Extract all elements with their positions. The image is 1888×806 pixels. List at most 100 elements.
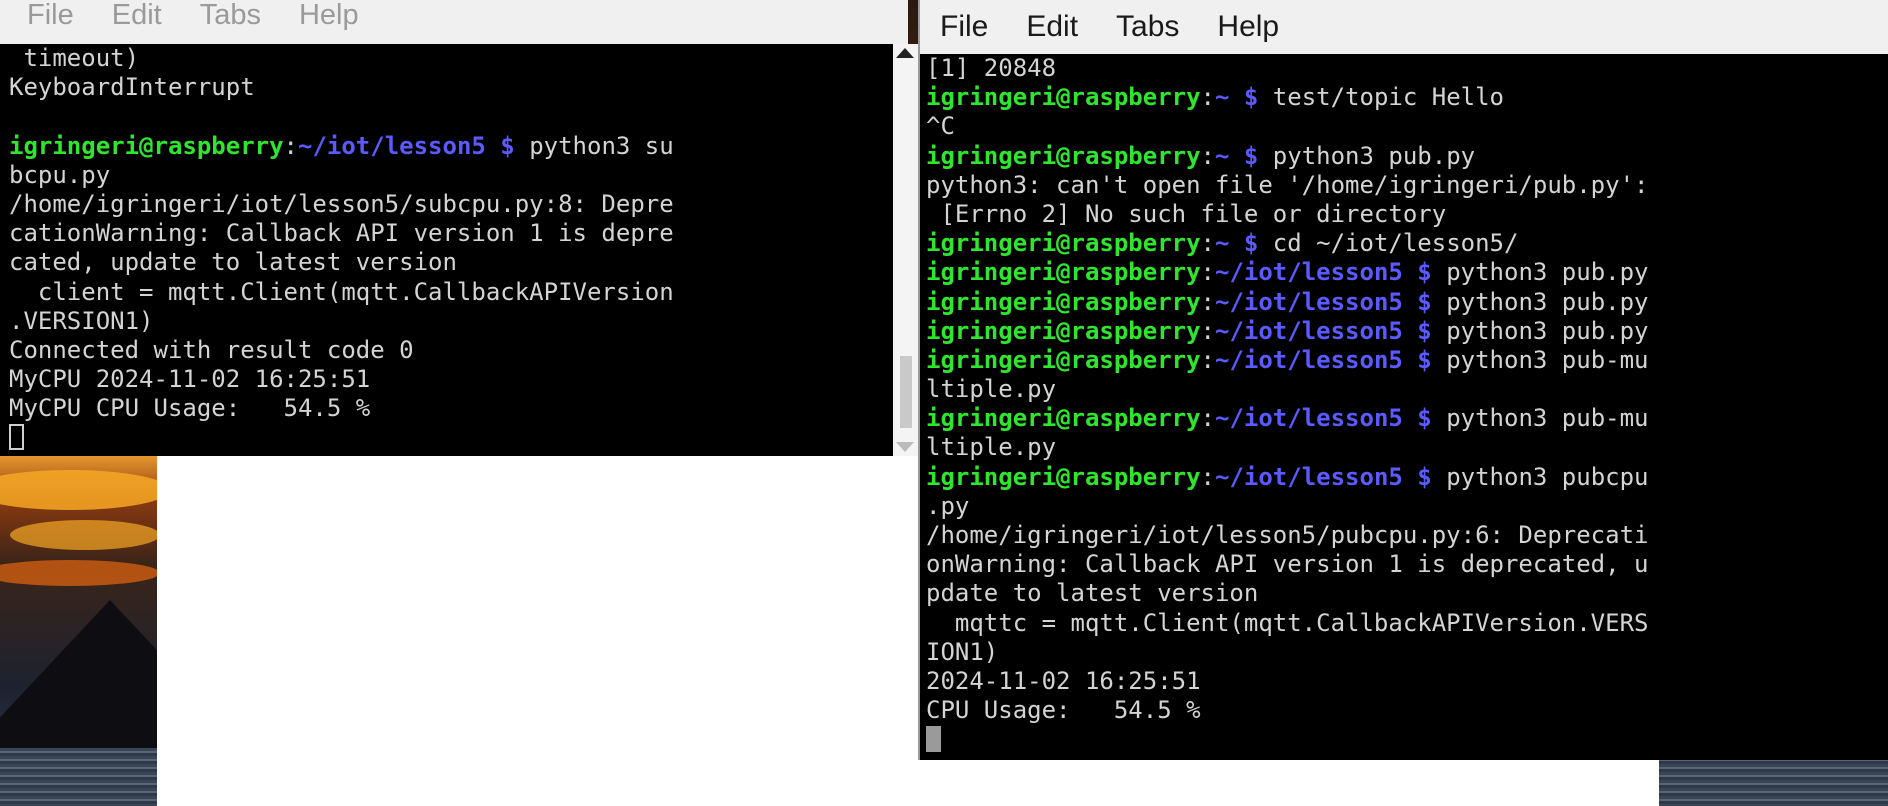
prompt-user: igringeri@raspberry (926, 345, 1201, 374)
prompt-path: ~/iot/lesson5 $ (1215, 287, 1432, 316)
prompt-separator: : (1200, 345, 1215, 374)
command-text: cd ~/iot/lesson5/ (1258, 229, 1519, 258)
prompt-separator: : (1200, 404, 1215, 433)
terminal-line: igringeri@raspberry:~/iot/lesson5 $ pyth… (926, 463, 1888, 492)
terminal-line: igringeri@raspberry:~/iot/lesson5 $ pyth… (9, 132, 893, 161)
terminal-line: mqttc = mqtt.Client(mqtt.CallbackAPIVers… (926, 608, 1649, 637)
right-menubar: File Edit Tabs Help (918, 0, 1888, 54)
wallpaper-cloud (10, 520, 160, 550)
prompt-user: igringeri@raspberry (9, 131, 284, 160)
terminal-line: Connected with result code 0 (9, 335, 414, 364)
prompt-user: igringeri@raspberry (926, 83, 1201, 112)
terminal-line: pdate to latest version (926, 579, 1259, 608)
terminal-line: /home/igringeri/iot/lesson5/pubcpu.py:6:… (926, 521, 1649, 549)
prompt-path: ~/iot/lesson5 $ (1215, 345, 1432, 374)
prompt-separator: : (1200, 141, 1215, 170)
right-terminal-window[interactable]: File Edit Tabs Help [1] 20848 igringeri@r… (918, 0, 1888, 760)
prompt-path: ~/iot/lesson5 $ (298, 131, 515, 160)
prompt-path: ~/iot/lesson5 $ (1215, 316, 1432, 345)
wallpaper-cloud (0, 470, 170, 510)
terminal-line: onWarning: Callback API version 1 is dep… (926, 550, 1649, 579)
terminal-line: igringeri@raspberry:~/iot/lesson5 $ pyth… (926, 258, 1888, 287)
command-text: python3 pub.py (1431, 258, 1649, 287)
terminal-line: cated, update to latest version (9, 248, 457, 277)
scrollbar-thumb[interactable] (900, 356, 912, 428)
terminal-line: MyCPU 2024-11-02 16:25:51 (9, 365, 371, 394)
terminal-input-line[interactable] (926, 725, 1888, 754)
menu-file[interactable]: File (27, 0, 74, 30)
prompt-path: ~/iot/lesson5 $ (1215, 404, 1432, 433)
prompt-separator: : (1200, 462, 1215, 491)
terminal-line: bcpu.py (9, 160, 111, 189)
command-text: python3 pubcpu (1431, 462, 1649, 491)
prompt-user: igringeri@raspberry (926, 404, 1201, 433)
prompt-user: igringeri@raspberry (926, 141, 1201, 170)
terminal-line: cationWarning: Callback API version 1 is… (9, 219, 674, 248)
command-text: python3 pub-mu (1431, 404, 1649, 433)
terminal-line: CPU Usage: 54.5 % (926, 696, 1201, 725)
menu-file[interactable]: File (940, 5, 988, 49)
terminal-input-line[interactable] (9, 423, 893, 452)
right-terminal-output[interactable]: [1] 20848 igringeri@raspberry:~ $ test/to… (920, 54, 1888, 760)
terminal-line: igringeri@raspberry:~ $ python3 pub.py (926, 142, 1888, 171)
prompt-separator: : (1200, 83, 1215, 112)
menu-tabs[interactable]: Tabs (200, 0, 261, 30)
left-terminal-window[interactable]: File Edit Tabs Help timeout) KeyboardInte… (0, 0, 908, 456)
command-text: python3 su (514, 131, 674, 160)
prompt-separator: : (1200, 287, 1215, 316)
text-cursor (9, 424, 24, 451)
terminal-line: ^C (926, 112, 955, 141)
prompt-separator: : (1200, 229, 1215, 258)
terminal-line: ltiple.py (926, 433, 1057, 462)
prompt-user: igringeri@raspberry (926, 229, 1201, 258)
command-text: python3 pub.py (1431, 316, 1649, 345)
terminal-line: client = mqtt.Client(mqtt.CallbackAPIVer… (9, 277, 674, 306)
prompt-path: ~ $ (1215, 229, 1259, 258)
prompt-path: ~/iot/lesson5 $ (1215, 258, 1432, 287)
prompt-user: igringeri@raspberry (926, 287, 1201, 316)
terminal-line: igringeri@raspberry:~/iot/lesson5 $ pyth… (926, 317, 1888, 346)
terminal-line: timeout) (9, 44, 140, 72)
wallpaper-cloud (0, 560, 160, 586)
terminal-line: igringeri@raspberry:~/iot/lesson5 $ pyth… (926, 404, 1888, 433)
terminal-line: .VERSION1) (9, 306, 154, 335)
terminal-line: [Errno 2] No such file or directory (926, 199, 1447, 228)
left-terminal-scrollbar[interactable] (893, 44, 918, 456)
terminal-line: igringeri@raspberry:~/iot/lesson5 $ pyth… (926, 288, 1888, 317)
prompt-separator: : (283, 131, 298, 160)
prompt-path: ~ $ (1215, 83, 1259, 112)
terminal-line: igringeri@raspberry:~/iot/lesson5 $ pyth… (926, 346, 1888, 375)
left-terminal-output[interactable]: timeout) KeyboardInterrupt igringeri@raspb… (0, 44, 893, 456)
terminal-line: ltiple.py (926, 375, 1057, 404)
prompt-separator: : (1200, 316, 1215, 345)
command-text: test/topic Hello (1258, 83, 1504, 112)
menu-help[interactable]: Help (299, 0, 359, 30)
terminal-line: .py (926, 491, 970, 520)
terminal-line: igringeri@raspberry:~ $ test/topic Hello (926, 83, 1888, 112)
command-text: python3 pub.py (1431, 287, 1649, 316)
terminal-line: /home/igringeri/iot/lesson5/subcpu.py:8:… (9, 189, 674, 218)
menu-edit[interactable]: Edit (1026, 5, 1078, 49)
menu-edit[interactable]: Edit (112, 0, 162, 30)
menu-tabs[interactable]: Tabs (1116, 5, 1179, 49)
command-text: python3 pub.py (1258, 141, 1476, 170)
menu-help[interactable]: Help (1217, 5, 1279, 49)
prompt-separator: : (1200, 258, 1215, 287)
terminal-line: MyCPU CPU Usage: 54.5 % (9, 394, 371, 423)
prompt-path: ~/iot/lesson5 $ (1215, 462, 1432, 491)
text-cursor (926, 726, 941, 753)
terminal-line: KeyboardInterrupt (9, 73, 255, 102)
terminal-line: igringeri@raspberry:~ $ cd ~/iot/lesson5… (926, 229, 1888, 258)
scroll-up-arrow-icon[interactable] (896, 48, 914, 58)
terminal-line: ION1) (926, 637, 999, 666)
terminal-line: 2024-11-02 16:25:51 (926, 666, 1201, 695)
prompt-user: igringeri@raspberry (926, 316, 1201, 345)
prompt-user: igringeri@raspberry (926, 258, 1201, 287)
window-border (918, 0, 920, 760)
scroll-down-arrow-icon[interactable] (896, 442, 914, 452)
left-menubar: File Edit Tabs Help (0, 0, 908, 44)
command-text: python3 pub-mu (1431, 345, 1649, 374)
prompt-user: igringeri@raspberry (926, 462, 1201, 491)
terminal-line: [1] 20848 (926, 54, 1057, 82)
